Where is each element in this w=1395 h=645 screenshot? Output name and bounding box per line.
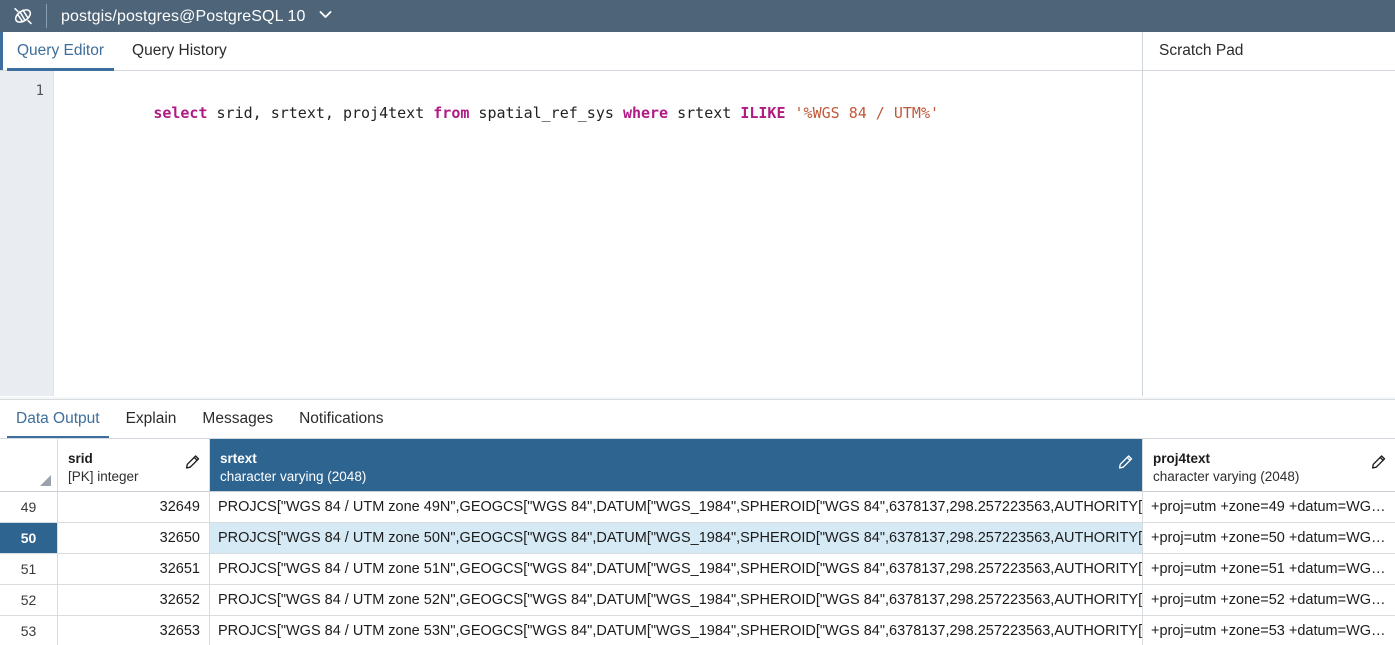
cell-srid[interactable]: 32652 bbox=[58, 584, 210, 616]
tab-notifications[interactable]: Notifications bbox=[286, 400, 396, 438]
output-tabstrip: Data Output Explain Messages Notificatio… bbox=[0, 400, 1395, 439]
tab-explain[interactable]: Explain bbox=[113, 400, 190, 438]
query-editor-tabstrip: Query Editor Query History bbox=[0, 32, 1142, 71]
row-number[interactable]: 52 bbox=[0, 584, 58, 616]
sql-token-space bbox=[786, 104, 795, 122]
grid-header-row: srid [PK] integer srtext character varyi… bbox=[0, 438, 1395, 492]
column-header-proj4text-name: proj4text bbox=[1153, 451, 1211, 467]
connection-selector[interactable]: postgis/postgres@PostgreSQL 10 bbox=[47, 6, 332, 26]
sql-token-keyword: select bbox=[153, 104, 208, 122]
tab-query-history-label: Query History bbox=[132, 42, 227, 59]
row-number[interactable]: 51 bbox=[0, 553, 58, 585]
tab-data-output-label: Data Output bbox=[16, 409, 100, 427]
cell-proj4text[interactable]: +proj=utm +zone=53 +datum=WG… bbox=[1143, 615, 1395, 645]
table-row[interactable]: 49 32649 PROJCS["WGS 84 / UTM zone 49N",… bbox=[0, 491, 1395, 523]
upper-pane: Query Editor Query History 1 select srid… bbox=[0, 32, 1395, 396]
disconnected-plug-icon bbox=[14, 7, 32, 25]
lower-pane: Data Output Explain Messages Notificatio… bbox=[0, 400, 1395, 645]
pencil-icon[interactable] bbox=[1370, 454, 1386, 475]
tab-messages[interactable]: Messages bbox=[189, 400, 286, 438]
corner-triangle-icon bbox=[40, 474, 51, 486]
row-number[interactable]: 50 bbox=[0, 522, 58, 554]
column-header-proj4text-type: character varying (2048) bbox=[1153, 469, 1300, 485]
cell-srtext[interactable]: PROJCS["WGS 84 / UTM zone 49N",GEOGCS["W… bbox=[210, 491, 1143, 523]
cell-proj4text[interactable]: +proj=utm +zone=51 +datum=WG… bbox=[1143, 553, 1395, 585]
sql-token-keyword-ilike: ILIKE bbox=[740, 104, 786, 122]
connection-label: postgis/postgres@PostgreSQL 10 bbox=[61, 8, 306, 25]
pencil-icon[interactable] bbox=[1117, 454, 1133, 475]
table-row[interactable]: 53 32653 PROJCS["WGS 84 / UTM zone 53N",… bbox=[0, 615, 1395, 645]
tab-query-editor[interactable]: Query Editor bbox=[3, 32, 118, 71]
column-header-srid[interactable]: srid [PK] integer bbox=[58, 438, 210, 492]
sql-code-lines[interactable]: select srid, srtext, proj4text from spat… bbox=[54, 71, 1142, 396]
cell-proj4text[interactable]: +proj=utm +zone=49 +datum=WG… bbox=[1143, 491, 1395, 523]
sql-token-string: '%WGS 84 / UTM%' bbox=[794, 104, 940, 122]
window-titlebar: postgis/postgres@PostgreSQL 10 bbox=[0, 0, 1395, 32]
cell-srid[interactable]: 32651 bbox=[58, 553, 210, 585]
chevron-down-icon[interactable] bbox=[319, 6, 332, 24]
tab-scratch-pad[interactable]: Scratch Pad bbox=[1143, 32, 1257, 70]
tab-messages-label: Messages bbox=[202, 409, 274, 427]
table-row[interactable]: 51 32651 PROJCS["WGS 84 / UTM zone 51N",… bbox=[0, 553, 1395, 585]
tab-explain-label: Explain bbox=[125, 409, 177, 427]
sql-token-identifiers: srid, srtext, proj4text bbox=[207, 104, 434, 122]
cell-proj4text[interactable]: +proj=utm +zone=50 +datum=WG… bbox=[1143, 522, 1395, 554]
tab-query-editor-label: Query Editor bbox=[17, 42, 105, 59]
cell-srid[interactable]: 32650 bbox=[58, 522, 210, 554]
tab-scratch-pad-label: Scratch Pad bbox=[1159, 42, 1244, 59]
scratch-pad-tabstrip: Scratch Pad bbox=[1143, 32, 1395, 71]
scratch-pad-panel: Scratch Pad bbox=[1143, 32, 1395, 396]
line-number: 1 bbox=[35, 83, 44, 99]
column-header-srtext-type: character varying (2048) bbox=[220, 469, 367, 485]
column-header-srid-type: [PK] integer bbox=[68, 469, 139, 485]
tab-notifications-label: Notifications bbox=[299, 409, 384, 427]
row-number[interactable]: 49 bbox=[0, 491, 58, 523]
data-output-grid[interactable]: srid [PK] integer srtext character varyi… bbox=[0, 437, 1395, 645]
column-header-srid-name: srid bbox=[68, 451, 93, 467]
column-header-srtext[interactable]: srtext character varying (2048) bbox=[210, 438, 1143, 492]
table-row[interactable]: 52 32652 PROJCS["WGS 84 / UTM zone 52N",… bbox=[0, 584, 1395, 616]
sql-token-column: srtext bbox=[668, 104, 741, 122]
sql-code-area[interactable]: 1 select srid, srtext, proj4text from sp… bbox=[0, 71, 1142, 396]
sql-token-table: spatial_ref_sys bbox=[469, 104, 623, 122]
cell-srid[interactable]: 32649 bbox=[58, 491, 210, 523]
tab-query-history[interactable]: Query History bbox=[118, 32, 241, 70]
sql-line-1: select srid, srtext, proj4text from spat… bbox=[63, 80, 1142, 146]
column-header-srtext-name: srtext bbox=[220, 451, 257, 467]
column-header-proj4text[interactable]: proj4text character varying (2048) bbox=[1143, 438, 1395, 492]
cell-srid[interactable]: 32653 bbox=[58, 615, 210, 645]
scratch-pad-textarea[interactable] bbox=[1143, 71, 1395, 396]
line-number-gutter: 1 bbox=[0, 71, 54, 396]
cell-srtext[interactable]: PROJCS["WGS 84 / UTM zone 53N",GEOGCS["W… bbox=[210, 615, 1143, 645]
cell-srtext[interactable]: PROJCS["WGS 84 / UTM zone 51N",GEOGCS["W… bbox=[210, 553, 1143, 585]
sql-token-keyword-from: from bbox=[433, 104, 470, 122]
sql-token-keyword-where: where bbox=[622, 104, 669, 122]
cell-proj4text[interactable]: +proj=utm +zone=52 +datum=WG… bbox=[1143, 584, 1395, 616]
table-row[interactable]: 50 32650 PROJCS["WGS 84 / UTM zone 50N",… bbox=[0, 522, 1395, 554]
pencil-icon[interactable] bbox=[184, 454, 200, 475]
cell-srtext[interactable]: PROJCS["WGS 84 / UTM zone 52N",GEOGCS["W… bbox=[210, 584, 1143, 616]
row-number[interactable]: 53 bbox=[0, 615, 58, 645]
cell-srtext[interactable]: PROJCS["WGS 84 / UTM zone 50N",GEOGCS["W… bbox=[210, 522, 1143, 554]
grid-corner-cell[interactable] bbox=[0, 438, 58, 492]
query-editor-panel: Query Editor Query History 1 select srid… bbox=[0, 32, 1143, 396]
connection-status-icon-wrapper bbox=[0, 0, 46, 32]
tab-data-output[interactable]: Data Output bbox=[3, 400, 113, 439]
